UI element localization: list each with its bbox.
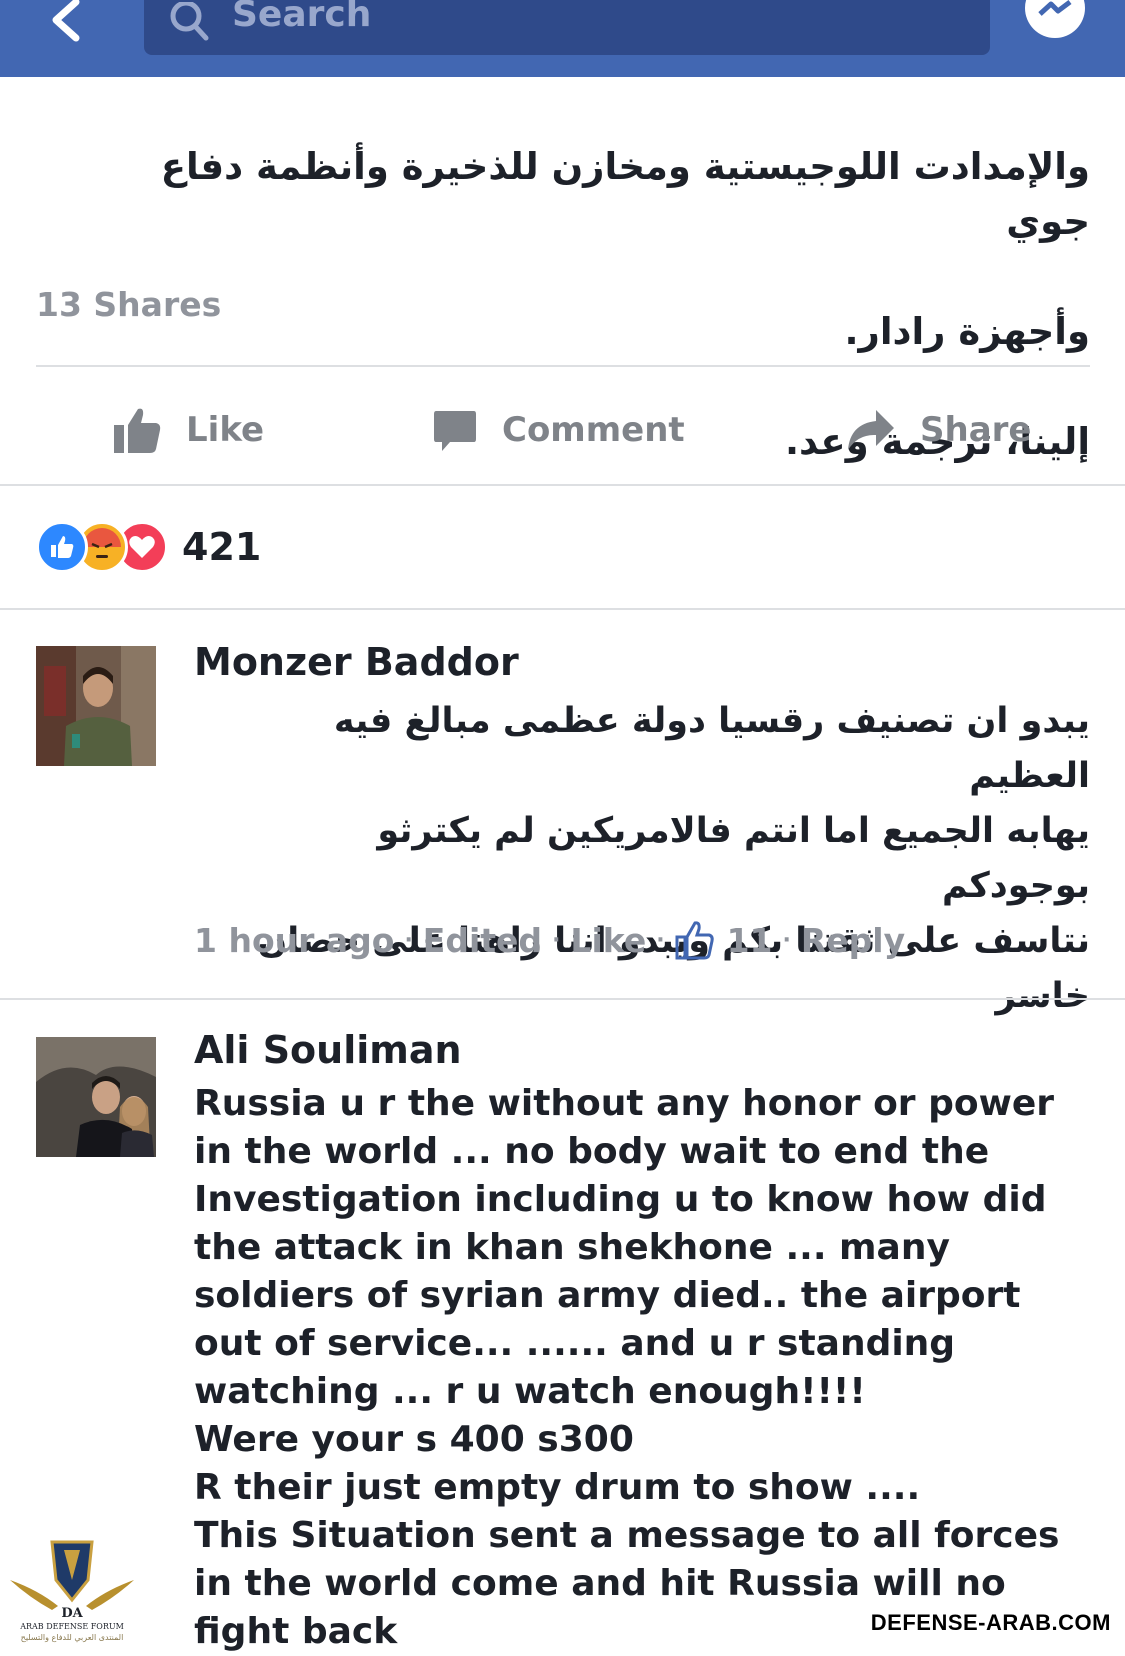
comment-body-line: watching ... r u watch enough!!!! xyxy=(194,1371,866,1412)
thumbs-up-outline-icon xyxy=(675,921,714,960)
comment-body-line: Russia u r the without any honor or powe… xyxy=(194,1083,1055,1124)
like-button[interactable]: Like xyxy=(112,400,264,460)
comment-reply-button[interactable]: Reply xyxy=(801,921,905,960)
post-text-line: والإمدادت اللوجيستية ومخازن للذخيرة وأنظ… xyxy=(160,145,1090,243)
watermark-logo-caption: ARAB DEFENSE FORUM xyxy=(19,1622,124,1631)
comment-meta: 1 hour ago · Edited · Like · 11 · Reply xyxy=(194,920,905,960)
back-button[interactable] xyxy=(40,0,90,50)
watermark-logo: DA ARAB DEFENSE FORUM المنتدى العربي للد… xyxy=(8,1540,136,1644)
comment-body-line: in the world ... no body wait to end the xyxy=(194,1131,990,1172)
post-action-bar: Like Comment Share xyxy=(0,370,1125,485)
post-text-line: وأجهزة رادار. xyxy=(844,310,1090,353)
share-arrow-icon xyxy=(848,410,894,450)
reactions-summary[interactable]: 421 xyxy=(36,521,262,573)
comment-label: Comment xyxy=(502,410,685,450)
edited-label[interactable]: Edited xyxy=(423,921,542,960)
comment-body-line: يبدو ان تصنيف رقسيا دولة عظمى مبالغ فيه … xyxy=(333,701,1090,796)
comment-body: Russia u r the without any honor or powe… xyxy=(194,1080,1094,1656)
avatar[interactable] xyxy=(36,646,156,766)
shares-count[interactable]: 13 Shares xyxy=(36,285,221,324)
comment-bubble-icon xyxy=(434,411,476,451)
comment-body-line: خاسر xyxy=(995,976,1090,1016)
comment-body-line: R their just empty drum to show .... xyxy=(194,1467,921,1508)
comment-body-line: soldiers of syrian army died.. the airpo… xyxy=(194,1275,1021,1316)
search-icon xyxy=(170,2,209,41)
like-icon xyxy=(36,521,88,573)
comment-body-line: Were your s 400 s300 xyxy=(194,1419,634,1460)
top-navigation-bar: Search xyxy=(0,0,1125,77)
separator-dot: · xyxy=(782,927,791,953)
separator-dot: · xyxy=(552,927,561,953)
messenger-button[interactable] xyxy=(1020,0,1090,50)
comment-body-line: in the world come and hit Russia will no xyxy=(194,1563,1006,1604)
search-input[interactable]: Search xyxy=(144,0,990,55)
comment-like-count[interactable]: 11 xyxy=(727,921,773,960)
comment-body-line: out of service... ...... and u r standin… xyxy=(194,1323,956,1364)
search-placeholder: Search xyxy=(232,0,372,35)
separator-dot: · xyxy=(404,927,413,953)
watermark-logo-initials: DA xyxy=(61,1606,83,1621)
divider xyxy=(36,365,1090,367)
separator-dot: · xyxy=(656,927,665,953)
comment-button[interactable]: Comment xyxy=(432,400,685,460)
divider xyxy=(0,998,1125,1000)
messenger-icon xyxy=(1025,0,1085,38)
comment-body-line: the attack in khan shekhone ... many xyxy=(194,1227,950,1268)
share-button[interactable]: Share xyxy=(846,400,1031,460)
thumbs-up-icon xyxy=(114,408,161,453)
back-chevron-icon xyxy=(52,0,80,42)
like-label: Like xyxy=(186,410,265,450)
watermark-site: DEFENSE-ARAB.COM xyxy=(870,1610,1111,1636)
reactions-count: 421 xyxy=(182,525,262,569)
comment-timestamp: 1 hour ago xyxy=(194,920,395,960)
comment-author-name[interactable]: Monzer Baddor xyxy=(194,640,519,684)
comment-like-button[interactable]: Like xyxy=(570,921,646,960)
avatar[interactable] xyxy=(36,1037,156,1157)
share-label: Share xyxy=(920,410,1032,450)
comment-body-line: Investigation including u to know how di… xyxy=(194,1179,1047,1220)
comment-body: يبدو ان تصنيف رقسيا دولة عظمى مبالغ فيه … xyxy=(220,694,1090,1024)
comment-author-name[interactable]: Ali Souliman xyxy=(194,1028,462,1072)
comment-body-line: يهابه الجميع اما انتم فالامريكين لم يكتر… xyxy=(377,811,1090,906)
divider xyxy=(0,484,1125,486)
watermark-logo-caption-arabic: المنتدى العربي للدفاع والتسليح xyxy=(21,1633,124,1642)
comment-body-line: This Situation sent a message to all for… xyxy=(194,1515,1060,1556)
divider xyxy=(0,608,1125,610)
